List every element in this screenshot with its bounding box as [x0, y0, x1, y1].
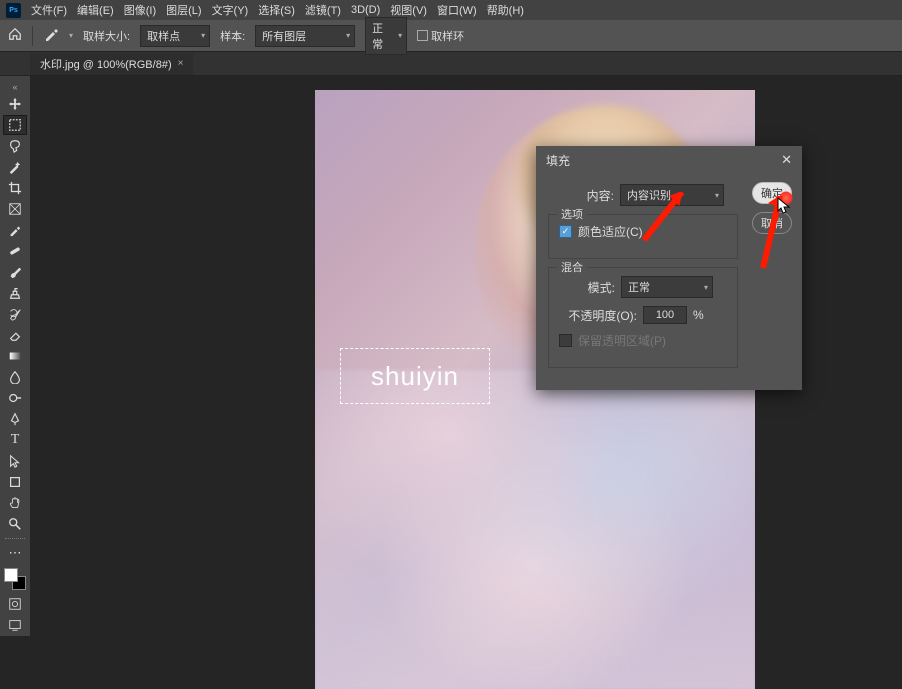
document-tab-bar: 水印.jpg @ 100%(RGB/8#) ×	[0, 52, 902, 76]
menu-3d[interactable]: 3D(D)	[351, 4, 380, 16]
marquee-tool[interactable]	[3, 115, 27, 135]
options-bar: ▾ 取样大小: 取样点 样本: 所有图层 正常 取样环	[0, 20, 902, 52]
color-swatches[interactable]	[4, 568, 26, 590]
dialog-titlebar[interactable]: 填充 ✕	[536, 146, 802, 174]
dodge-tool[interactable]	[3, 388, 27, 408]
preserve-transparency-checkbox	[559, 334, 572, 347]
home-icon[interactable]	[8, 27, 22, 44]
opacity-label: 不透明度(O):	[559, 307, 637, 324]
sample-size-label: 取样大小:	[83, 28, 130, 44]
sampling-ring-label: 取样环	[431, 28, 464, 44]
color-adapt-checkbox[interactable]: ✓	[559, 225, 572, 238]
tab-title: 水印.jpg @ 100%(RGB/8#)	[40, 56, 172, 72]
brush-tool[interactable]	[3, 262, 27, 282]
clone-stamp-tool[interactable]	[3, 283, 27, 303]
gradient-tool[interactable]	[3, 346, 27, 366]
shape-tool[interactable]	[3, 472, 27, 492]
close-icon[interactable]: ✕	[781, 152, 792, 168]
menu-file[interactable]: 文件(F)	[31, 2, 67, 18]
content-label: 内容:	[558, 187, 614, 204]
ok-button[interactable]: 确定	[752, 182, 792, 204]
blend-group-title: 混合	[557, 259, 587, 275]
tutorial-highlight-icon	[779, 191, 793, 205]
pen-tool[interactable]	[3, 409, 27, 429]
menu-image[interactable]: 图像(I)	[124, 2, 156, 18]
cancel-button[interactable]: 取消	[752, 212, 792, 234]
separator	[5, 538, 25, 540]
document-tab[interactable]: 水印.jpg @ 100%(RGB/8#) ×	[30, 53, 193, 75]
zoom-tool[interactable]	[3, 514, 27, 534]
selection-marquee[interactable]: shuiyin	[340, 348, 490, 404]
menu-layer[interactable]: 图层(L)	[166, 2, 201, 18]
cancel-label: 取消	[761, 215, 783, 231]
screen-mode-tool[interactable]	[3, 615, 27, 635]
blur-tool[interactable]	[3, 367, 27, 387]
history-brush-tool[interactable]	[3, 304, 27, 324]
menu-bar: Ps 文件(F) 编辑(E) 图像(I) 图层(L) 文字(Y) 选择(S) 滤…	[0, 0, 902, 20]
tool-palette: « T ⋯	[0, 76, 30, 636]
opacity-input[interactable]	[643, 306, 687, 324]
magic-wand-tool[interactable]	[3, 157, 27, 177]
path-select-tool[interactable]	[3, 451, 27, 471]
divider	[32, 26, 33, 46]
menu-window[interactable]: 窗口(W)	[437, 2, 477, 18]
sampling-ring-checkbox[interactable]	[417, 30, 428, 41]
fill-dialog: 填充 ✕ 确定 取消 内容: 内容识别 选项 ✓ 颜色适应(C) 混合	[536, 146, 802, 390]
eyedropper-icon[interactable]	[43, 26, 59, 45]
color-adapt-label: 颜色适应(C)	[578, 223, 643, 240]
lasso-tool[interactable]	[3, 136, 27, 156]
menu-help[interactable]: 帮助(H)	[487, 2, 524, 18]
close-icon[interactable]: ×	[178, 58, 184, 69]
menu-edit[interactable]: 编辑(E)	[77, 2, 114, 18]
foreground-color[interactable]	[4, 568, 18, 582]
preserve-transparency-label: 保留透明区域(P)	[578, 332, 666, 349]
eyedropper-tool[interactable]	[3, 220, 27, 240]
type-tool[interactable]: T	[3, 430, 27, 450]
tool-preset-chevron-icon[interactable]: ▾	[69, 31, 73, 40]
menu-type[interactable]: 文字(Y)	[212, 2, 249, 18]
opacity-unit: %	[693, 308, 704, 322]
frame-tool[interactable]	[3, 199, 27, 219]
menu-select[interactable]: 选择(S)	[258, 2, 295, 18]
sample-select[interactable]: 所有图层	[255, 25, 355, 47]
dialog-title: 填充	[546, 152, 570, 169]
hand-tool[interactable]	[3, 493, 27, 513]
move-tool[interactable]	[3, 94, 27, 114]
watermark-text: shuiyin	[341, 349, 489, 403]
mode-select[interactable]: 正常	[621, 276, 713, 298]
mode-label: 模式:	[559, 279, 615, 296]
menu-filter[interactable]: 滤镜(T)	[305, 2, 341, 18]
eraser-tool[interactable]	[3, 325, 27, 345]
collapse-icon[interactable]: «	[3, 80, 27, 94]
spot-heal-tool[interactable]	[3, 241, 27, 261]
sample-size-select[interactable]: 取样点	[140, 25, 210, 47]
edit-toolbar-icon[interactable]: ⋯	[3, 543, 27, 563]
content-select[interactable]: 内容识别	[620, 184, 724, 206]
sample-label: 样本:	[220, 28, 245, 44]
ps-logo-icon: Ps	[6, 3, 21, 18]
quick-mask-tool[interactable]	[3, 594, 27, 614]
mode-select[interactable]: 正常	[365, 17, 407, 55]
options-group-title: 选项	[557, 206, 587, 222]
crop-tool[interactable]	[3, 178, 27, 198]
